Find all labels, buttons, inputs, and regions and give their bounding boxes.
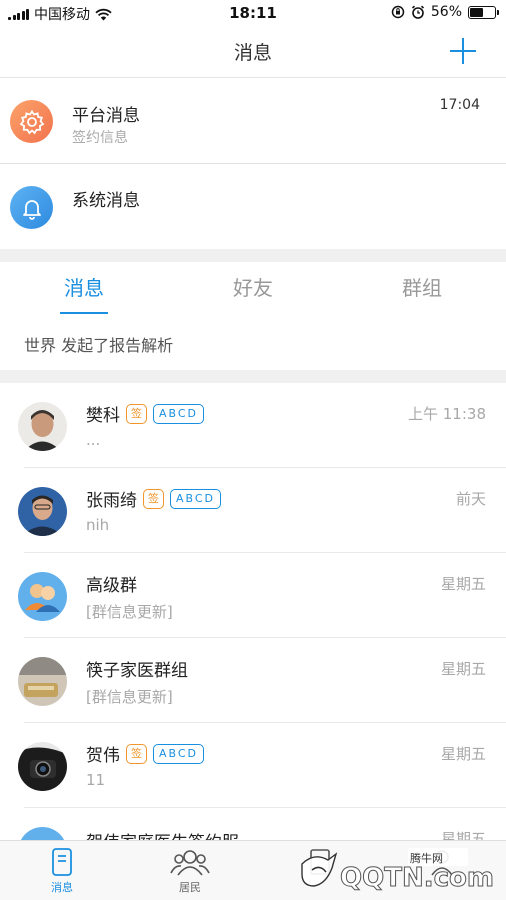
tab-messages[interactable]: 消息 xyxy=(24,272,144,301)
signed-badge: 签 xyxy=(126,403,147,424)
system-message-row[interactable]: 系统消息 xyxy=(0,164,506,249)
platform-message-row[interactable]: 平台消息 签约信息 17:04 xyxy=(0,79,506,164)
conversation-name-text: 张雨绮 xyxy=(86,491,137,511)
tab-bar-messages-label: 消息 xyxy=(51,881,73,894)
conversation-name-text: 贺伟家庭医生签约服 xyxy=(86,828,239,840)
tab-bar-messages[interactable]: 消息 xyxy=(22,847,102,895)
system-message-title: 系统消息 xyxy=(72,191,140,211)
conversation-row[interactable]: 高级群 [群信息更新] 星期五 xyxy=(0,553,506,638)
conversation-time: 星期五 xyxy=(440,745,486,763)
bell-icon xyxy=(22,199,41,220)
status-bar: 中国移动 18:11 56% xyxy=(0,0,506,26)
platform-icon xyxy=(10,100,53,143)
rotation-lock-icon xyxy=(391,5,405,19)
conversation-time: 星期五 xyxy=(440,575,486,593)
conversation-time: 星期五 xyxy=(440,660,486,678)
conversation-time: 前天 xyxy=(455,490,486,508)
people-icon xyxy=(170,850,210,876)
conversation-name-text: 高级群 xyxy=(86,576,137,596)
notice-row[interactable]: 世界 发起了报告解析 xyxy=(0,314,506,370)
add-button[interactable] xyxy=(450,38,476,64)
tabs: 消息 好友 群组 xyxy=(0,262,506,314)
battery-icon xyxy=(468,5,499,19)
conversation-row[interactable]: 张雨绮 签 ABCD nih 前天 xyxy=(0,468,506,553)
platform-message-title: 平台消息 xyxy=(72,106,140,126)
conversation-row[interactable]: 筷子家医群组 [群信息更新] 星期五 xyxy=(0,638,506,723)
signed-badge: 签 xyxy=(143,488,164,509)
tab-groups[interactable]: 群组 xyxy=(362,272,482,301)
avatar xyxy=(18,657,67,706)
notice-text: 世界 发起了报告解析 xyxy=(24,336,174,355)
section-separator xyxy=(0,370,506,383)
tab-bar-item[interactable] xyxy=(280,847,360,877)
bottom-tab-bar: 消息 居民 xyxy=(0,840,506,900)
platform-message-subtitle: 签约信息 xyxy=(72,130,128,146)
conversation-name: 贺伟 签 ABCD xyxy=(86,741,205,766)
conversation-name-text: 筷子家医群组 xyxy=(86,661,188,681)
signed-badge: 签 xyxy=(126,743,147,764)
conversation-preview: [群信息更新] xyxy=(86,688,173,706)
nav-bar: 消息 xyxy=(0,26,506,78)
battery-level xyxy=(470,7,484,17)
group-avatar-icon xyxy=(18,572,67,621)
tab-bar-residents-label: 居民 xyxy=(179,881,201,894)
tab-friends[interactable]: 好友 xyxy=(193,272,313,301)
alarm-icon xyxy=(411,5,424,19)
battery-percent: 56% xyxy=(430,4,462,20)
avatar xyxy=(18,742,67,791)
conversation-preview: 11 xyxy=(86,771,106,789)
conversation-name-text: 樊科 xyxy=(86,406,120,426)
conversation-row[interactable]: 樊科 签 ABCD ... 上午 11:38 xyxy=(0,383,506,468)
avatar xyxy=(18,402,67,451)
status-right: 56% xyxy=(391,4,499,20)
abcd-badge: ABCD xyxy=(170,488,222,509)
gear-icon xyxy=(19,109,44,134)
conversation-name: 高级群 xyxy=(86,571,137,596)
system-icon xyxy=(10,186,53,229)
clipboard-icon xyxy=(310,849,330,875)
avatar xyxy=(18,487,67,536)
conversation-preview: [群信息更新] xyxy=(86,603,173,621)
conversation-time: 上午 11:38 xyxy=(408,405,486,423)
conversation-name-text: 贺伟 xyxy=(86,746,120,766)
conversation-name: 樊科 签 ABCD xyxy=(86,401,205,426)
conversation-name: 贺伟家庭医生签约服 xyxy=(86,828,239,840)
message-icon xyxy=(52,848,72,876)
conversation-row[interactable]: 贺伟家庭医生签约服 星期五 xyxy=(0,808,506,840)
section-separator xyxy=(0,249,506,262)
group-avatar-icon xyxy=(18,827,67,840)
conversation-preview: nih xyxy=(86,516,110,534)
conversation-time: 星期五 xyxy=(440,830,486,840)
conversation-name: 筷子家医群组 xyxy=(86,656,188,681)
abcd-badge: ABCD xyxy=(153,403,205,424)
abcd-badge: ABCD xyxy=(153,743,205,764)
conversation-name: 张雨绮 签 ABCD xyxy=(86,486,222,511)
platform-message-time: 17:04 xyxy=(439,97,480,113)
tab-bar-item[interactable] xyxy=(402,847,482,877)
conversation-row[interactable]: 贺伟 签 ABCD 11 星期五 xyxy=(0,723,506,808)
page-title: 消息 xyxy=(233,42,272,64)
conversation-preview: ... xyxy=(86,431,101,449)
tab-bar-residents[interactable]: 居民 xyxy=(150,847,230,895)
profile-icon xyxy=(431,850,453,876)
